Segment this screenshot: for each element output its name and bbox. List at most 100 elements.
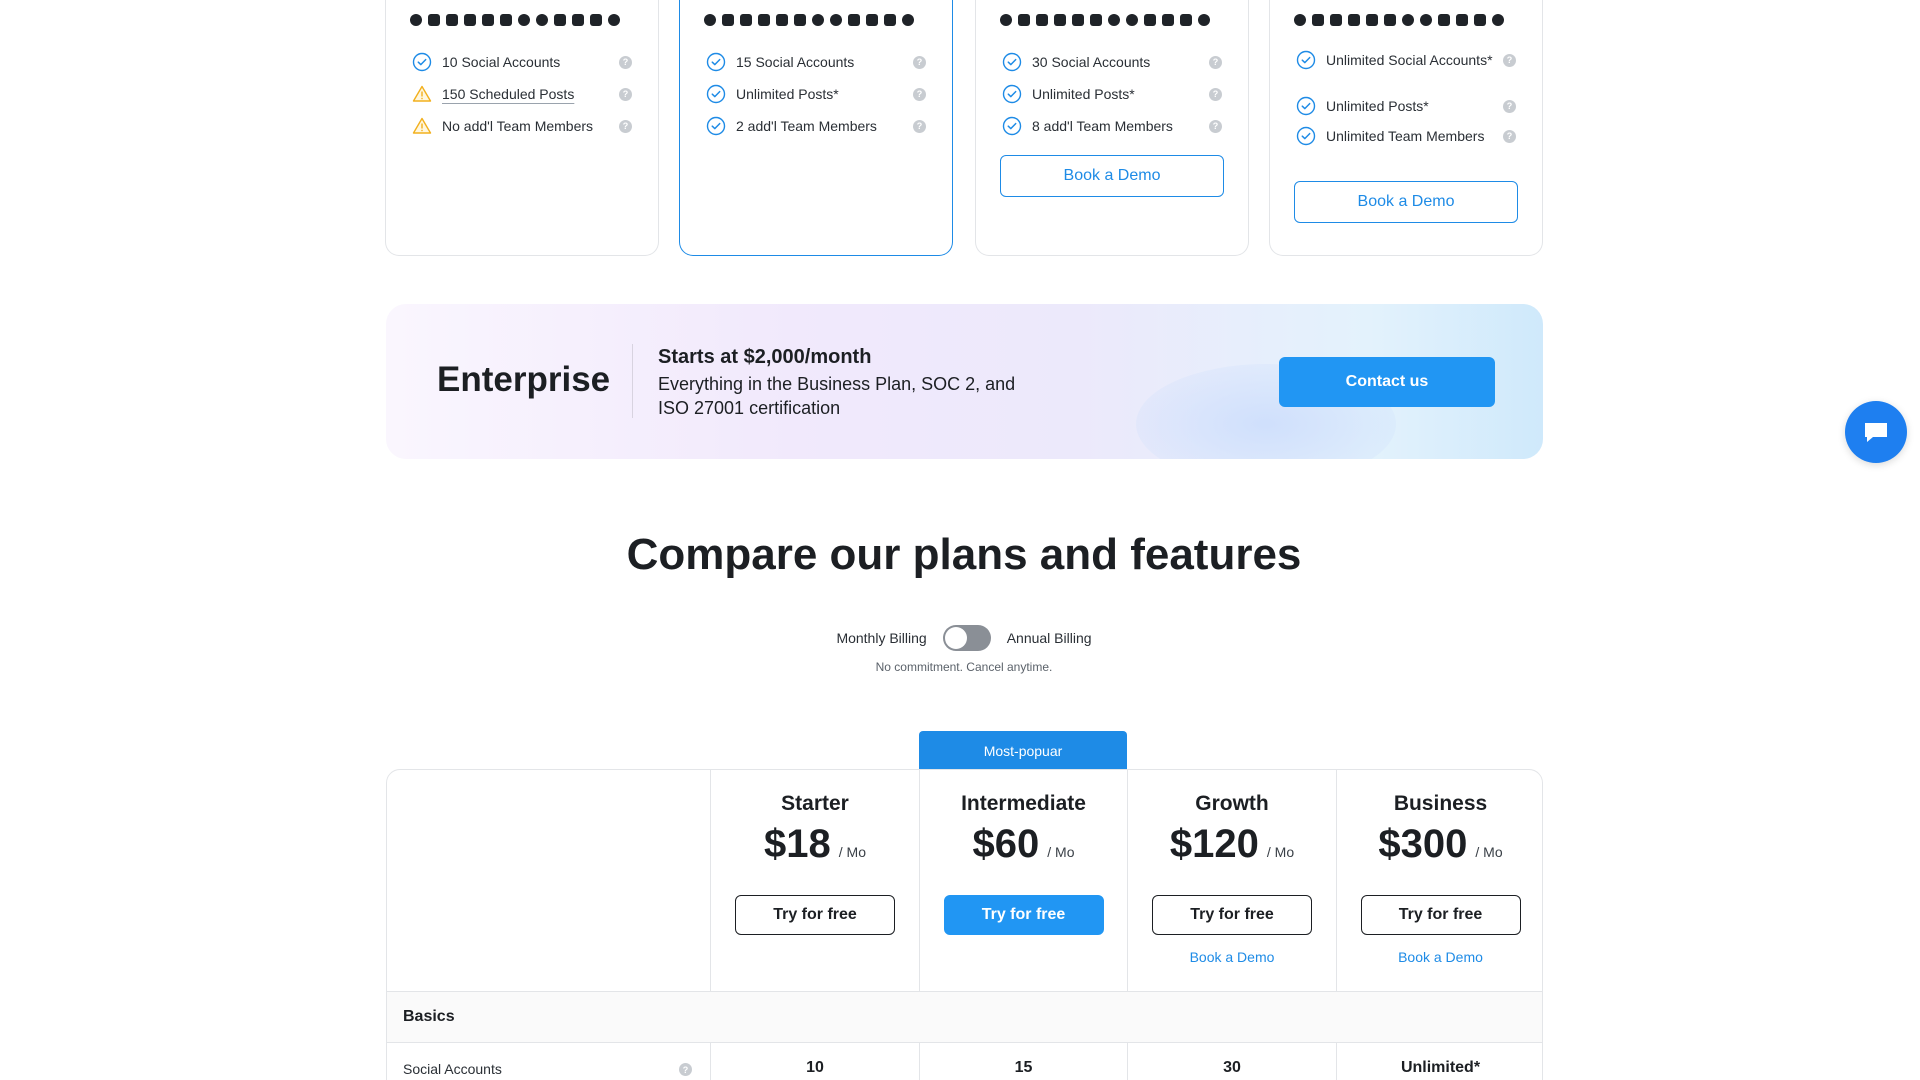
cell-value: 15 — [1014, 1059, 1033, 1076]
try-for-free-button[interactable]: Try for free — [943, 895, 1104, 935]
social-icon — [608, 14, 620, 26]
chat-launcher-button[interactable] — [1845, 401, 1907, 463]
plan-feature: 150 Scheduled Posts ? — [412, 84, 632, 104]
plan-feature: 8 add'l Team Members ? — [1002, 116, 1222, 136]
help-icon[interactable]: ? — [619, 87, 632, 101]
plan-column-business: Business $300 / Mo Try for free Book a D… — [1337, 770, 1542, 991]
social-icon — [1330, 14, 1342, 26]
social-icon — [740, 14, 752, 26]
billing-toggle[interactable] — [942, 625, 991, 651]
social-icon — [410, 14, 422, 26]
feature-text: 8 add'l Team Members — [1032, 118, 1173, 134]
price-amount: $60 — [972, 822, 1040, 866]
help-icon[interactable]: ? — [1209, 55, 1222, 69]
social-icon — [776, 14, 788, 26]
book-demo-button[interactable]: Book a Demo — [1000, 155, 1224, 197]
social-icon — [794, 14, 806, 26]
help-icon[interactable]: ? — [913, 87, 926, 101]
feature-text[interactable]: 150 Scheduled Posts — [442, 85, 619, 103]
check-circle-icon — [1002, 116, 1022, 136]
book-demo-link[interactable]: Book a Demo — [1128, 949, 1336, 965]
check-circle-icon — [1002, 84, 1022, 104]
social-icon — [1438, 14, 1450, 26]
social-icon — [1294, 14, 1306, 26]
cell-value: 30 — [1223, 1059, 1241, 1076]
plan-feature: 30 Social Accounts ? — [1002, 52, 1222, 72]
social-icon — [1492, 14, 1504, 26]
help-icon[interactable]: ? — [619, 119, 632, 133]
help-icon[interactable]: ? — [1503, 99, 1516, 113]
social-icon — [1108, 14, 1120, 26]
social-icon — [1144, 14, 1156, 26]
feature-text: No add'l Team Members — [442, 118, 594, 134]
section-header-basics: Basics — [387, 991, 1542, 1043]
plan-name: Business — [1393, 792, 1488, 815]
social-icon — [1054, 14, 1066, 26]
social-icon — [1474, 14, 1486, 26]
social-icon — [500, 14, 512, 26]
section-title: Basics — [403, 1008, 455, 1025]
enterprise-price: Starts at $2,000/month — [658, 346, 872, 368]
try-for-free-button[interactable]: Try for free — [735, 895, 895, 935]
feature-text: 2 add'l Team Members — [736, 118, 877, 134]
help-icon[interactable]: ? — [1209, 87, 1222, 101]
plan-price: $18 / Mo — [711, 822, 919, 867]
feature-text: 30 Social Accounts — [1032, 54, 1151, 70]
help-icon[interactable]: ? — [619, 55, 632, 69]
help-icon[interactable]: ? — [1503, 129, 1516, 143]
enterprise-title: Enterprise — [437, 360, 611, 399]
social-icon — [1000, 14, 1012, 26]
plan-cards: 10 Social Accounts ? 150 Scheduled Posts… — [385, 0, 1543, 256]
social-icon — [722, 14, 734, 26]
monthly-billing-label[interactable]: Monthly Billing — [836, 630, 926, 646]
social-icon — [1384, 14, 1396, 26]
feature-text: Unlimited Posts* — [736, 86, 839, 102]
price-period: / Mo — [1266, 844, 1295, 860]
help-icon[interactable]: ? — [913, 119, 926, 133]
check-circle-icon — [1296, 50, 1316, 70]
social-icon — [1162, 14, 1174, 26]
annual-billing-label[interactable]: Annual Billing — [1007, 630, 1092, 646]
social-network-icons — [704, 14, 914, 26]
help-icon[interactable]: ? — [1503, 53, 1516, 67]
social-icon — [482, 14, 494, 26]
divider — [632, 344, 633, 418]
feature-text: 10 Social Accounts — [442, 54, 561, 70]
social-icon — [1312, 14, 1324, 26]
plan-name: Intermediate — [961, 792, 1086, 815]
feature-text: Unlimited Team Members — [1326, 128, 1485, 144]
price-period: / Mo — [838, 844, 866, 860]
plan-feature: Unlimited Posts* ? — [1002, 84, 1222, 104]
price-amount: $120 — [1169, 822, 1259, 866]
help-icon[interactable]: ? — [679, 1063, 692, 1076]
social-icon — [902, 14, 914, 26]
plan-feature: Unlimited Posts* ? — [706, 84, 926, 104]
book-demo-link[interactable]: Book a Demo — [1337, 949, 1542, 965]
toggle-knob — [944, 627, 967, 649]
no-commitment-note: No commitment. Cancel anytime. — [875, 660, 1053, 674]
help-icon[interactable]: ? — [1209, 119, 1222, 133]
try-for-free-button[interactable]: Try for free — [1152, 895, 1312, 935]
social-network-icons — [1294, 14, 1504, 26]
check-circle-icon — [706, 52, 726, 72]
enterprise-banner: Enterprise Starts at $2,000/month Everyt… — [386, 304, 1543, 459]
feature-text: 15 Social Accounts — [736, 54, 855, 70]
row-label: Social Accounts — [403, 1061, 502, 1077]
book-demo-button[interactable]: Book a Demo — [1294, 181, 1518, 223]
social-icon — [884, 14, 896, 26]
plan-column-intermediate: Intermediate $60 / Mo Try for free — [920, 770, 1127, 991]
social-icon — [572, 14, 584, 26]
plan-column-growth: Growth $120 / Mo Try for free Book a Dem… — [1128, 770, 1336, 991]
try-for-free-button[interactable]: Try for free — [1360, 895, 1521, 935]
price-period: / Mo — [1047, 844, 1075, 860]
contact-us-button[interactable]: Contact us — [1279, 357, 1495, 407]
plan-card-starter: 10 Social Accounts ? 150 Scheduled Posts… — [385, 0, 659, 256]
social-icon — [1366, 14, 1378, 26]
social-icon — [1090, 14, 1102, 26]
plan-price: $300 / Mo — [1337, 822, 1542, 867]
table-row: Social Accounts ? 10 15 30 Unlimited* — [387, 1043, 1542, 1080]
plan-feature: 2 add'l Team Members ? — [706, 116, 926, 136]
plan-feature: 10 Social Accounts ? — [412, 52, 632, 72]
help-icon[interactable]: ? — [913, 55, 926, 69]
check-circle-icon — [1296, 126, 1316, 146]
